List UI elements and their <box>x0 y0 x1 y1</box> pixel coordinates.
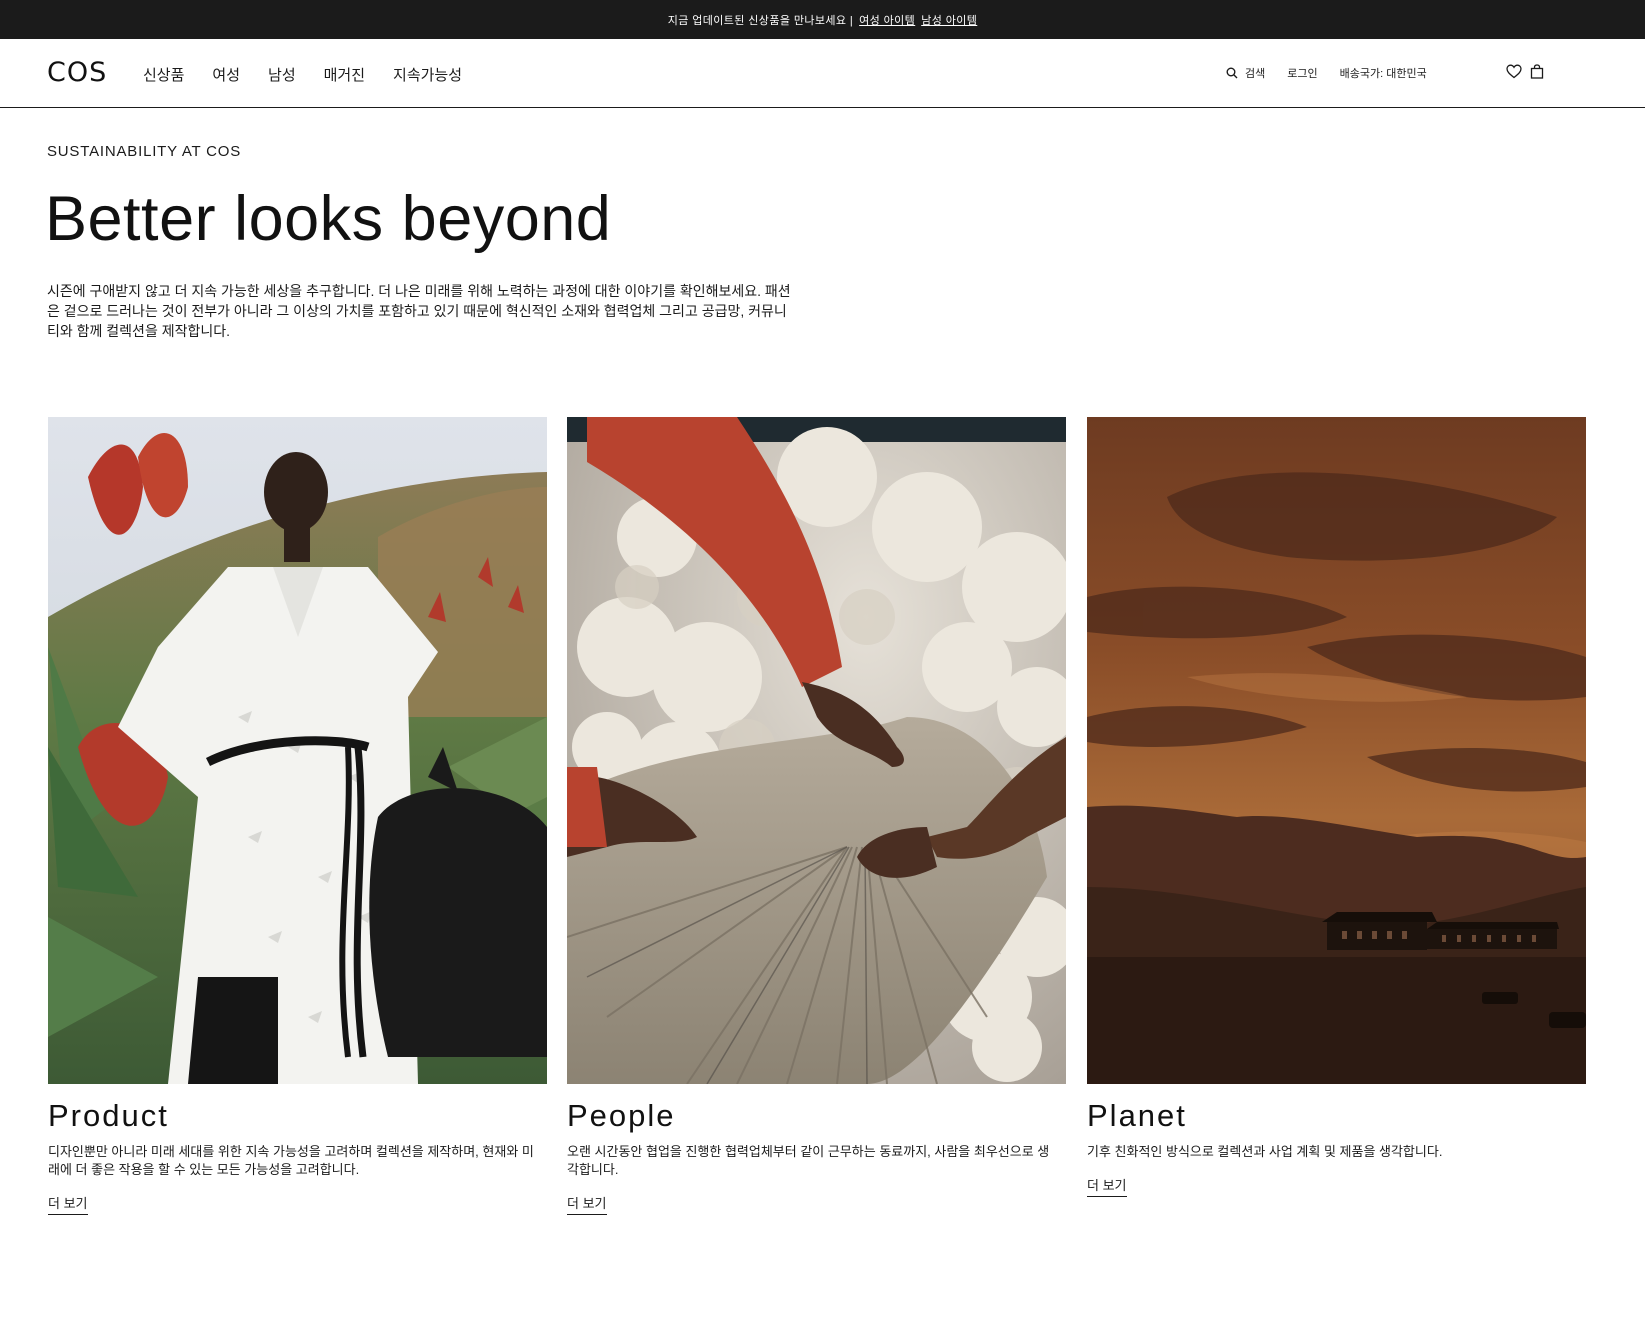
people-photo <box>567 417 1066 1084</box>
planet-photo <box>1087 417 1586 1084</box>
card-link-planet[interactable]: 더 보기 <box>1087 1175 1127 1197</box>
nav-item-sustainability[interactable]: 지속가능성 <box>393 64 462 85</box>
card-title-planet: Planet <box>1087 1098 1187 1133</box>
page-title: Better looks beyond <box>45 184 612 254</box>
card-text-product: 디자인뿐만 아니라 미래 세대를 위한 지속 가능성을 고려하며 컬렉션을 제작… <box>48 1144 534 1177</box>
card-text-people: 오랜 시간동안 협업을 진행한 협력업체부터 같이 근무하는 동료까지, 사람을… <box>567 1144 1050 1177</box>
site-header: COS 신상품 여성 남성 매거진 지속가능성 검색 로그인 배송국가: 대한민… <box>0 39 1645 108</box>
announcement-text: 지금 업데이트된 신상품을 만나보세요 | <box>667 14 854 27</box>
country-label: 배송국가: 대한민국 <box>1339 68 1427 80</box>
nav-item-magazine[interactable]: 매거진 <box>324 64 365 85</box>
section-eyebrow: SUSTAINABILITY AT COS <box>47 143 242 160</box>
planet-image[interactable] <box>1087 417 1586 1084</box>
card-people: People 오랜 시간동안 협업을 진행한 협력업체부터 같이 근무하는 동료… <box>567 417 1066 1215</box>
card-text-planet: 기후 친화적인 방식으로 컬렉션과 사업 계획 및 제품을 생각합니다. <box>1087 1144 1443 1159</box>
logo[interactable]: COS <box>47 57 107 88</box>
nav-item-men[interactable]: 남성 <box>268 64 296 85</box>
people-image[interactable] <box>567 417 1066 1084</box>
search-icon <box>1226 67 1238 79</box>
login-link[interactable]: 로그인 <box>1287 65 1317 81</box>
nav-item-women[interactable]: 여성 <box>212 64 240 85</box>
card-title-product: Product <box>48 1098 169 1133</box>
bag-icon[interactable] <box>1530 64 1544 79</box>
country-selector[interactable]: 배송국가: 대한민국 <box>1340 65 1427 81</box>
card-product: Product 디자인뿐만 아니라 미래 세대를 위한 지속 가능성을 고려하며… <box>48 417 547 1215</box>
search-button[interactable]: 검색 <box>1226 65 1265 81</box>
card-planet: Planet 기후 친화적인 방식으로 컬렉션과 사업 계획 및 제품을 생각합… <box>1087 417 1586 1197</box>
main-nav: 신상품 여성 남성 매거진 지속가능성 <box>143 64 490 85</box>
announcement-bar: 지금 업데이트된 신상품을 만나보세요 | 여성 아이템 남성 아이템 <box>0 0 1645 39</box>
header-icons <box>1506 64 1544 79</box>
header-utilities: 검색 로그인 배송국가: 대한민국 <box>1226 65 1449 81</box>
card-link-product[interactable]: 더 보기 <box>48 1193 88 1215</box>
nav-item-new[interactable]: 신상품 <box>143 64 184 85</box>
product-photo <box>48 417 547 1084</box>
login-label: 로그인 <box>1287 68 1318 80</box>
search-label: 검색 <box>1245 68 1266 80</box>
announcement-link-men[interactable]: 남성 아이템 <box>921 12 977 28</box>
announcement-link-women[interactable]: 여성 아이템 <box>859 12 915 28</box>
card-title-people: People <box>567 1098 676 1133</box>
heart-icon[interactable] <box>1506 64 1522 79</box>
product-image[interactable] <box>48 417 547 1084</box>
card-link-people[interactable]: 더 보기 <box>567 1193 607 1215</box>
intro-paragraph: 시즌에 구애받지 않고 더 지속 가능한 세상을 추구합니다. 더 나은 미래를… <box>47 283 791 339</box>
